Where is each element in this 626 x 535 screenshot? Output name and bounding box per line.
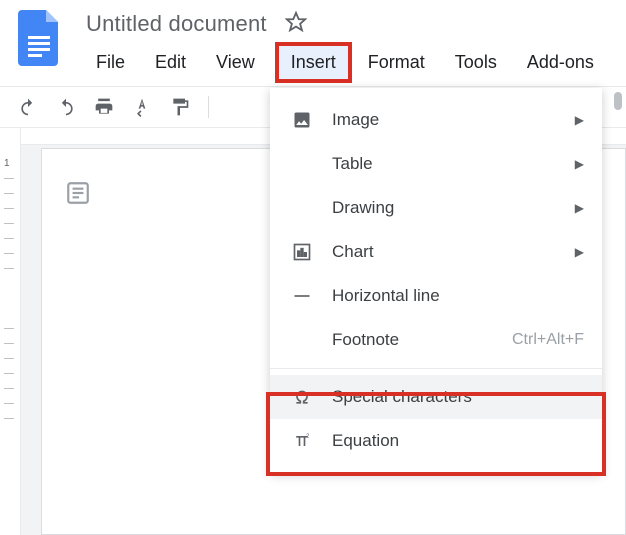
submenu-arrow-icon: ▶ [575, 113, 584, 127]
insert-menu-dropdown: Image ▶ Table ▶ Drawing ▶ Chart ▶ Horizo… [270, 88, 602, 473]
spellcheck-button[interactable] [132, 97, 152, 117]
menu-item-footnote[interactable]: Footnote Ctrl+Alt+F [270, 318, 602, 362]
menu-item-label: Footnote [332, 330, 512, 350]
menu-file[interactable]: File [86, 46, 135, 83]
menu-item-table[interactable]: Table ▶ [270, 142, 602, 186]
outline-icon[interactable] [65, 180, 91, 211]
menu-format[interactable]: Format [358, 46, 435, 83]
image-icon [290, 110, 314, 130]
toolbar-separator [208, 96, 209, 118]
menu-insert[interactable]: Insert [279, 46, 348, 79]
chart-icon [290, 242, 314, 262]
menu-item-label: Horizontal line [332, 286, 584, 306]
menu-item-label: Special characters [332, 387, 584, 407]
undo-button[interactable] [18, 97, 38, 117]
menu-item-special-characters[interactable]: Special characters [270, 375, 602, 419]
omega-icon [290, 387, 314, 407]
menu-insert-highlight: Insert [275, 42, 352, 83]
menu-item-label: Image [332, 110, 575, 130]
scrollbar-thumb[interactable] [614, 92, 622, 110]
paint-format-button[interactable] [170, 97, 190, 117]
submenu-arrow-icon: ▶ [575, 157, 584, 171]
menu-item-label: Equation [332, 431, 584, 451]
horizontal-line-icon [290, 286, 314, 306]
print-button[interactable] [94, 97, 114, 117]
svg-text:2: 2 [306, 434, 309, 440]
menu-view[interactable]: View [206, 46, 265, 83]
vertical-ruler: 1 [0, 128, 21, 535]
submenu-arrow-icon: ▶ [575, 201, 584, 215]
menu-tools[interactable]: Tools [445, 46, 507, 83]
menu-item-drawing[interactable]: Drawing ▶ [270, 186, 602, 230]
menu-divider [270, 368, 602, 369]
shortcut-label: Ctrl+Alt+F [512, 331, 584, 349]
docs-logo[interactable] [18, 10, 62, 66]
submenu-arrow-icon: ▶ [575, 245, 584, 259]
redo-button[interactable] [56, 97, 76, 117]
star-icon[interactable] [285, 11, 307, 38]
menu-item-horizontal-line[interactable]: Horizontal line [270, 274, 602, 318]
menu-edit[interactable]: Edit [145, 46, 196, 83]
menu-addons[interactable]: Add-ons [517, 46, 604, 83]
document-title[interactable]: Untitled document [86, 11, 267, 37]
menu-item-label: Table [332, 154, 575, 174]
menu-item-label: Chart [332, 242, 575, 262]
pi-icon: 2 [290, 431, 314, 451]
menu-item-image[interactable]: Image ▶ [270, 98, 602, 142]
menu-item-chart[interactable]: Chart ▶ [270, 230, 602, 274]
menu-item-label: Drawing [332, 198, 575, 218]
menu-item-equation[interactable]: 2 Equation [270, 419, 602, 463]
menubar: File Edit View Insert Format Tools Add-o… [86, 46, 626, 83]
